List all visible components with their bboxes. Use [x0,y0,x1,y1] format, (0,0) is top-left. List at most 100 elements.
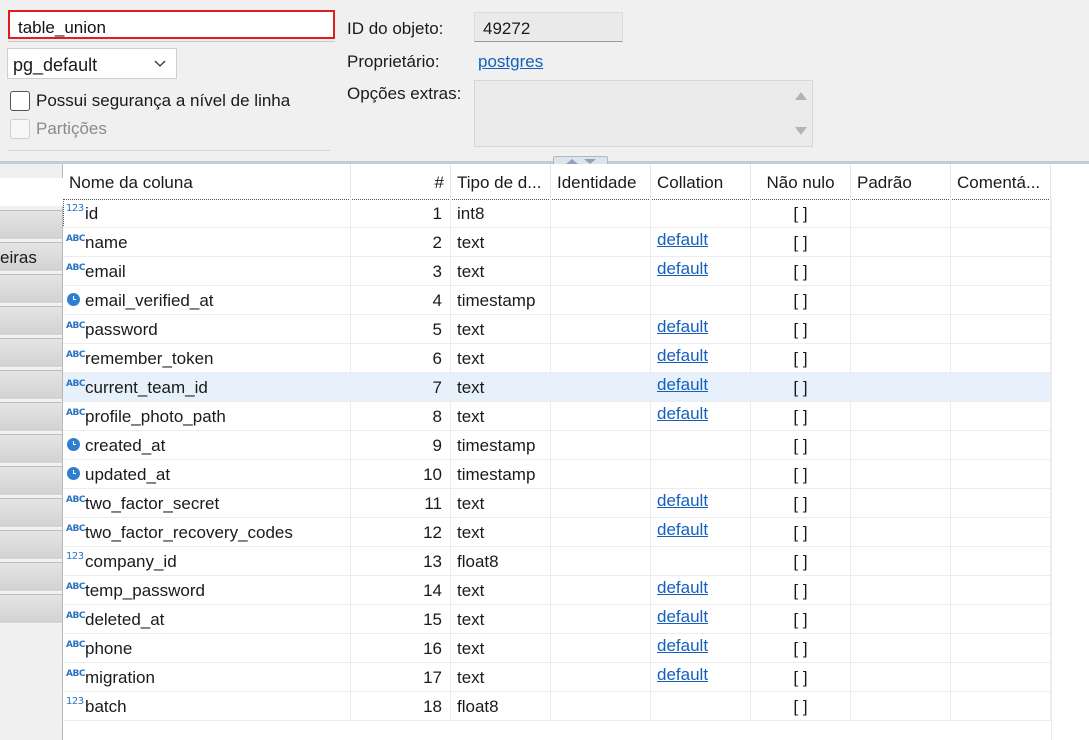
cell-comment[interactable] [951,634,1051,663]
cell-identity[interactable] [551,344,651,373]
cell-default[interactable] [851,431,951,460]
cell-collation[interactable] [651,547,751,576]
collation-link[interactable]: default [657,230,708,249]
cell-column-name[interactable]: ABC current_team_id [63,373,351,402]
cell-default[interactable] [851,460,951,489]
cell-default[interactable] [851,257,951,286]
tablespace-select[interactable]: pg_default [7,48,177,79]
row-security-checkbox[interactable]: Possui segurança a nível de linha [10,90,290,112]
cell-identity[interactable] [551,489,651,518]
cell-collation[interactable] [651,431,751,460]
collation-link[interactable]: default [657,491,708,510]
cell-default[interactable] [851,199,951,228]
cell-comment[interactable] [951,373,1051,402]
cell-identity[interactable] [551,576,651,605]
cell-data-type[interactable]: text [451,373,551,402]
table-row[interactable]: 123 id 1 int8[ ] [63,199,1051,228]
cell-identity[interactable] [551,547,651,576]
cell-comment[interactable] [951,692,1051,721]
cell-data-type[interactable]: text [451,489,551,518]
cell-collation[interactable]: default [651,315,751,344]
scroll-down-icon[interactable] [794,125,808,137]
cell-comment[interactable] [951,547,1051,576]
side-tab[interactable] [0,562,62,592]
table-row[interactable]: 123 batch 18 float8[ ] [63,692,1051,721]
cell-not-null[interactable]: [ ] [751,344,851,373]
cell-not-null[interactable]: [ ] [751,431,851,460]
cell-identity[interactable] [551,692,651,721]
side-tab[interactable] [0,210,62,240]
checkbox-icon[interactable] [10,91,30,111]
extra-options-textarea[interactable] [474,80,813,147]
cell-not-null[interactable]: [ ] [751,547,851,576]
collation-link[interactable]: default [657,636,708,655]
cell-collation[interactable]: default [651,663,751,692]
cell-identity[interactable] [551,663,651,692]
cell-column-name[interactable]: ABC password [63,315,351,344]
cell-default[interactable] [851,286,951,315]
cell-collation[interactable] [651,460,751,489]
cell-comment[interactable] [951,344,1051,373]
cell-not-null[interactable]: [ ] [751,489,851,518]
cell-default[interactable] [851,402,951,431]
cell-comment[interactable] [951,489,1051,518]
cell-identity[interactable] [551,286,651,315]
collation-link[interactable]: default [657,346,708,365]
cell-not-null[interactable]: [ ] [751,315,851,344]
cell-not-null[interactable]: [ ] [751,286,851,315]
cell-collation[interactable] [651,692,751,721]
cell-column-name[interactable]: email_verified_at [63,286,351,315]
header-column-type[interactable]: Tipo de d... [451,164,551,199]
cell-identity[interactable] [551,257,651,286]
side-tab[interactable] [0,594,62,624]
cell-data-type[interactable]: timestamp [451,286,551,315]
table-row[interactable]: ABC migration 17 text default[ ] [63,663,1051,692]
header-column-default[interactable]: Padrão [851,164,951,199]
cell-default[interactable] [851,315,951,344]
cell-not-null[interactable]: [ ] [751,402,851,431]
cell-data-type[interactable]: text [451,634,551,663]
cell-collation[interactable]: default [651,518,751,547]
side-tab[interactable] [0,274,62,304]
cell-collation[interactable]: default [651,257,751,286]
cell-collation[interactable]: default [651,344,751,373]
side-tab[interactable] [0,306,62,336]
cell-identity[interactable] [551,228,651,257]
cell-column-name[interactable]: ABC remember_token [63,344,351,373]
table-row[interactable]: created_at 9 timestamp [ ] [63,431,1051,460]
cell-collation[interactable]: default [651,228,751,257]
side-tab[interactable] [0,338,62,368]
cell-collation[interactable]: default [651,576,751,605]
header-column-not-null[interactable]: Não nulo [751,164,851,199]
cell-default[interactable] [851,489,951,518]
cell-data-type[interactable]: text [451,228,551,257]
collation-link[interactable]: default [657,404,708,423]
table-row[interactable]: ABC profile_photo_path 8 text default[ ] [63,402,1051,431]
cell-data-type[interactable]: text [451,315,551,344]
side-tab[interactable] [0,402,62,432]
cell-data-type[interactable]: text [451,576,551,605]
cell-comment[interactable] [951,431,1051,460]
cell-column-name[interactable]: ABC two_factor_secret [63,489,351,518]
header-column-comment[interactable]: Comentá... [951,164,1051,199]
side-tab[interactable] [0,498,62,528]
table-row[interactable]: email_verified_at 4 timestamp [ ] [63,286,1051,315]
cell-collation[interactable]: default [651,402,751,431]
cell-identity[interactable] [551,315,651,344]
header-column-number[interactable]: # [351,164,451,199]
collation-link[interactable]: default [657,665,708,684]
table-row[interactable]: ABC two_factor_secret 11 text default[ ] [63,489,1051,518]
cell-identity[interactable] [551,199,651,228]
cell-not-null[interactable]: [ ] [751,605,851,634]
cell-collation[interactable]: default [651,605,751,634]
cell-collation[interactable]: default [651,489,751,518]
cell-comment[interactable] [951,663,1051,692]
cell-data-type[interactable]: text [451,518,551,547]
cell-identity[interactable] [551,431,651,460]
cell-comment[interactable] [951,228,1051,257]
cell-column-name[interactable]: 123 id [63,199,351,228]
table-name-input[interactable] [8,10,335,39]
cell-column-name[interactable]: ABC email [63,257,351,286]
cell-comment[interactable] [951,286,1051,315]
header-column-name[interactable]: Nome da coluna [63,164,351,199]
